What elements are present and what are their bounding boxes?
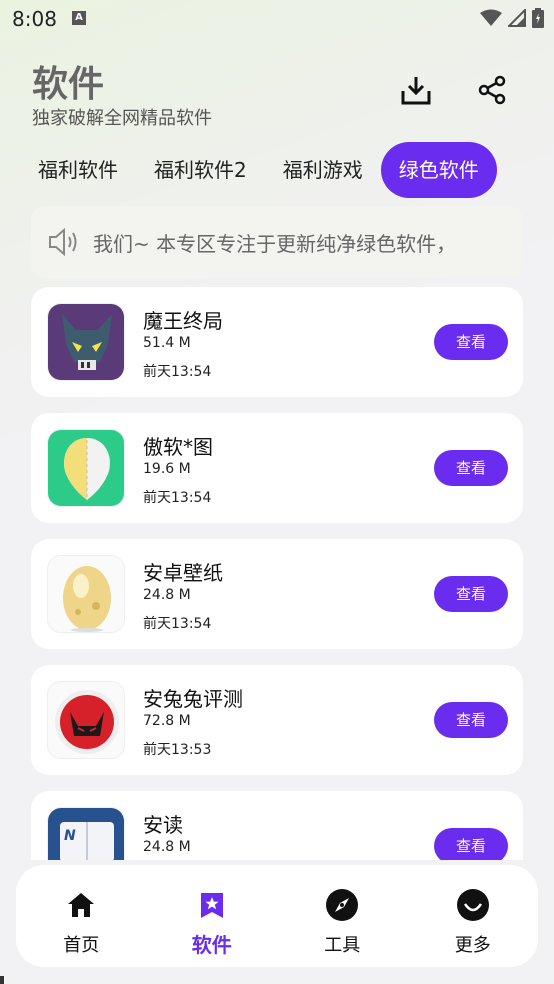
svg-text:N: N <box>64 828 76 844</box>
app-date: 前天13:54 <box>143 490 212 506</box>
tab-fuli-games[interactable]: 福利游戏 <box>265 142 381 198</box>
home-icon <box>63 887 99 923</box>
tab-fuli-software[interactable]: 福利软件 <box>20 142 136 198</box>
app-card[interactable]: N 安读 24.8 M 查看 <box>31 791 523 860</box>
corner-mark <box>0 976 4 984</box>
status-icons <box>480 8 544 28</box>
nav-home-label: 首页 <box>63 935 100 956</box>
app-card[interactable]: 安兔兔评测 72.8 M 前天13:53 查看 <box>31 665 523 775</box>
battery-icon <box>532 8 544 28</box>
nav-software[interactable]: 软件 <box>147 865 278 967</box>
app-size: 24.8 M <box>143 839 191 855</box>
demon-pixel-icon <box>47 303 125 381</box>
app-list: 魔王终局 51.4 M 前天13:54 查看 傲软*图 19.6 M 前天13:… <box>31 287 523 860</box>
app-name: 安卓壁纸 <box>143 561 223 585</box>
smile-icon <box>455 887 491 923</box>
wifi-icon <box>480 9 502 26</box>
app-size: 24.8 M <box>143 587 191 603</box>
app-size: 19.6 M <box>143 461 191 477</box>
app-name: 安读 <box>143 813 183 837</box>
star-bookmark-icon <box>194 887 230 923</box>
nav-tools[interactable]: 工具 <box>277 865 408 967</box>
notice-text: 我们~ 本专区专注于更新纯净绿色软件， <box>93 232 457 256</box>
speaker-icon <box>49 227 77 257</box>
download-button[interactable] <box>398 72 434 108</box>
nav-more-label: 更多 <box>454 935 491 956</box>
app-date: 前天13:54 <box>143 364 212 380</box>
photo-cutout-icon <box>47 429 125 507</box>
share-button[interactable] <box>474 72 510 108</box>
view-button[interactable]: 查看 <box>434 576 508 612</box>
status-time: 8:08 <box>12 7 57 31</box>
share-icon <box>478 75 506 105</box>
app-name: 魔王终局 <box>143 309 223 333</box>
page-subtitle: 独家破解全网精品软件 <box>32 108 212 129</box>
view-button[interactable]: 查看 <box>434 828 508 860</box>
signal-icon <box>508 9 526 27</box>
view-button[interactable]: 查看 <box>434 702 508 738</box>
notice-banner: 我们~ 本专区专注于更新纯净绿色软件， <box>31 206 523 278</box>
golden-egg-icon <box>47 555 125 633</box>
tab-green-software[interactable]: 绿色软件 <box>380 142 497 198</box>
download-tray-icon <box>401 77 431 105</box>
antutu-icon <box>47 681 125 759</box>
nav-more[interactable]: 更多 <box>408 865 539 967</box>
nav-home[interactable]: 首页 <box>16 865 147 967</box>
view-button[interactable]: 查看 <box>434 324 508 360</box>
status-bar: 8:08 A <box>0 0 554 36</box>
app-date: 前天13:53 <box>143 742 212 758</box>
app-size: 72.8 M <box>143 713 191 729</box>
nav-tools-label: 工具 <box>324 935 361 956</box>
view-button[interactable]: 查看 <box>434 450 508 486</box>
app-card[interactable]: 傲软*图 19.6 M 前天13:54 查看 <box>31 413 523 523</box>
app-size: 51.4 M <box>143 335 191 351</box>
app-name: 安兔兔评测 <box>143 687 243 711</box>
nav-software-label: 软件 <box>191 933 232 957</box>
bottom-nav: 首页 软件 工具 更多 <box>16 865 538 967</box>
tab-fuli-software-2[interactable]: 福利软件2 <box>136 142 265 198</box>
app-card[interactable]: 魔王终局 51.4 M 前天13:54 查看 <box>31 287 523 397</box>
app-indicator-icon: A <box>72 11 86 25</box>
book-reader-icon: N <box>47 807 125 860</box>
category-tabs: 福利软件 福利软件2 福利游戏 绿色软件 <box>20 142 497 198</box>
app-name: 傲软*图 <box>143 435 213 459</box>
compass-icon <box>324 887 360 923</box>
page-title: 软件 <box>32 64 105 105</box>
app-date: 前天13:54 <box>143 616 212 632</box>
app-card[interactable]: 安卓壁纸 24.8 M 前天13:54 查看 <box>31 539 523 649</box>
